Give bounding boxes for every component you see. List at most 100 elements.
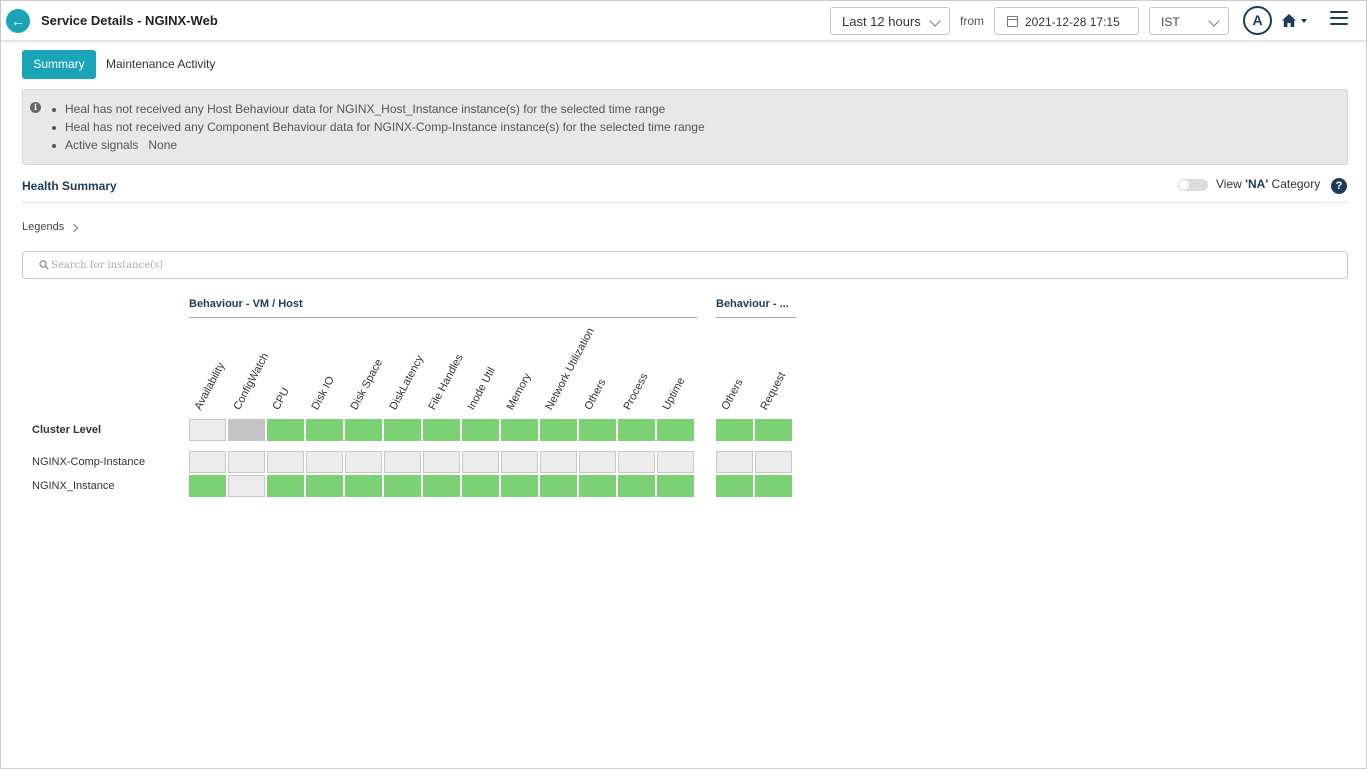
health-cell[interactable] [306,419,343,441]
home-menu-button[interactable] [1282,13,1312,31]
column-header: Uptime [660,375,688,412]
health-cell[interactable] [618,419,655,441]
health-cell[interactable] [501,419,538,441]
info-line: Active signals None [51,138,178,152]
health-summary-title: Health Summary [22,179,117,193]
legends-toggle[interactable]: Legends [22,221,64,233]
tab-summary[interactable]: Summary [22,50,96,79]
health-cell[interactable] [716,475,753,497]
health-cell[interactable] [618,475,655,497]
avatar[interactable]: A [1243,6,1272,35]
health-cell[interactable] [423,475,460,497]
health-cell[interactable] [189,419,226,441]
row-label: NGINX-Comp-Instance [32,456,146,468]
row-label: NGINX_Instance [32,480,115,492]
column-header: Memory [504,371,534,412]
calendar-icon [1007,16,1018,27]
info-line: Heal has not received any Component Beha… [52,120,705,134]
timezone-select[interactable]: IST [1149,7,1229,35]
health-cell[interactable] [423,451,460,473]
timezone-value: IST [1161,15,1180,29]
health-cell[interactable] [579,419,616,441]
group-underline [716,317,796,318]
health-cell[interactable] [189,451,226,473]
health-cell[interactable] [423,419,460,441]
column-header: Inode Util [465,365,498,412]
health-cell[interactable] [618,451,655,473]
health-cell[interactable] [657,451,694,473]
info-line: Heal has not received any Host Behaviour… [51,102,666,116]
health-cell[interactable] [579,451,616,473]
health-cell[interactable] [267,451,304,473]
health-cell[interactable] [755,451,792,473]
column-header: DiskLatency [387,353,427,412]
help-icon[interactable]: ? [1331,178,1347,194]
health-cell[interactable] [501,451,538,473]
health-cell[interactable] [579,475,616,497]
column-header: Disk Space [348,357,386,412]
health-cell[interactable] [540,451,577,473]
health-cell[interactable] [716,451,753,473]
health-cell[interactable] [657,475,694,497]
from-date-picker[interactable]: 2021-12-28 17:15 [994,7,1139,35]
health-cell[interactable] [345,451,382,473]
health-cell[interactable] [755,475,792,497]
search-icon [39,260,49,270]
health-cell[interactable] [384,451,421,473]
page-title: Service Details - NGINX-Web [41,13,218,28]
health-cell[interactable] [755,419,792,441]
health-cell[interactable] [345,419,382,441]
chevron-down-icon [1208,15,1220,27]
back-arrow-icon[interactable]: ← [6,9,30,33]
column-header: CPU [270,385,292,412]
row-label: Cluster Level [32,424,102,436]
health-cell[interactable] [306,475,343,497]
column-header: Others [582,377,609,412]
health-cell[interactable] [306,451,343,473]
health-cell[interactable] [345,475,382,497]
chevron-down-icon [929,15,941,27]
app-header: ← Service Details - NGINX-Web Last 12 ho… [1,1,1366,41]
health-cell[interactable] [228,419,265,441]
health-cell[interactable] [462,451,499,473]
hamburger-menu-icon[interactable] [1330,11,1348,29]
from-date-value: 2021-12-28 17:15 [1025,15,1120,29]
health-cell[interactable] [384,475,421,497]
group-title: Behaviour - ... [716,298,789,310]
time-range-select[interactable]: Last 12 hours [830,7,950,35]
health-cell[interactable] [267,419,304,441]
health-cell[interactable] [228,451,265,473]
health-cell[interactable] [540,475,577,497]
group-underline [189,317,697,318]
info-icon: i [30,102,41,113]
column-header: Others [719,377,746,412]
health-cell[interactable] [228,475,265,497]
view-na-label: View 'NA' Category [1216,177,1321,191]
group-title: Behaviour - VM / Host [189,298,303,310]
chevron-right-icon[interactable] [69,223,79,233]
health-cell[interactable] [384,419,421,441]
instance-search-box [22,251,1348,279]
health-cell[interactable] [462,475,499,497]
column-header: Disk IO [309,374,337,412]
health-cell[interactable] [540,419,577,441]
column-header: Process [621,371,651,412]
home-icon [1282,14,1307,27]
health-cell[interactable] [462,419,499,441]
divider [22,202,1348,203]
column-header: ConfigWatch [231,351,272,412]
info-panel: i Heal has not received any Host Behavio… [22,89,1348,165]
column-header: Request [758,370,789,412]
time-range-value: Last 12 hours [842,14,921,29]
health-cell[interactable] [189,475,226,497]
from-label: from [960,14,984,28]
health-cell[interactable] [267,475,304,497]
health-cell[interactable] [716,419,753,441]
health-cell[interactable] [501,475,538,497]
column-header: Availability [192,360,228,412]
tab-maintenance-activity[interactable]: Maintenance Activity [106,57,215,71]
column-header: File Handles [426,352,466,412]
search-input[interactable] [51,257,1331,274]
view-na-toggle[interactable] [1178,179,1208,191]
health-cell[interactable] [657,419,694,441]
